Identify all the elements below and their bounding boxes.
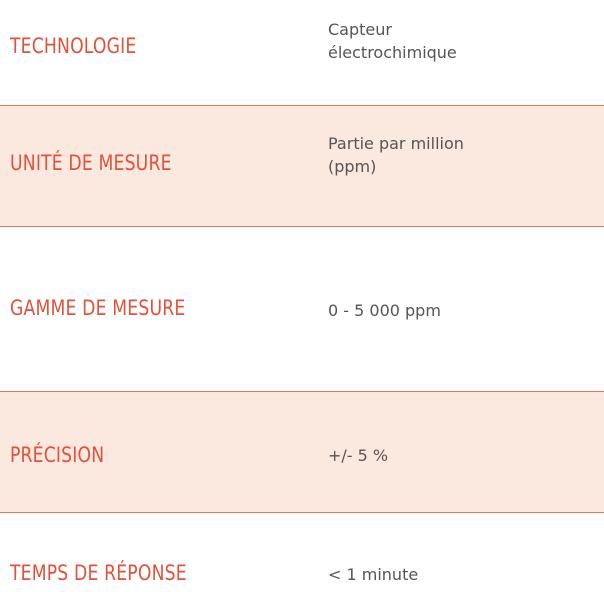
spec-row-unite: UNITÉ DE MESURE Partie par million (ppm) — [0, 105, 604, 227]
spec-value: < 1 minute — [328, 565, 419, 584]
spec-value: 0 - 5 000 ppm — [328, 301, 441, 320]
spec-label: TECHNOLOGIE — [10, 34, 137, 58]
spec-value: +/- 5 % — [328, 446, 389, 465]
spec-row-temps: TEMPS DE RÉPONSE < 1 minute — [0, 513, 604, 592]
spec-value: Capteur électrochimique — [328, 20, 457, 62]
spec-row-gamme: GAMME DE MESURE 0 - 5 000 ppm — [0, 227, 604, 391]
spec-value: Partie par million (ppm) — [328, 134, 464, 176]
spec-label: TEMPS DE RÉPONSE — [10, 561, 187, 585]
spec-label: UNITÉ DE MESURE — [10, 151, 172, 175]
spec-label: GAMME DE MESURE — [10, 296, 186, 320]
spec-label: PRÉCISION — [10, 443, 105, 467]
spec-row-technologie: TECHNOLOGIE Capteur électrochimique — [0, 0, 604, 105]
spec-row-precision: PRÉCISION +/- 5 % — [0, 391, 604, 513]
